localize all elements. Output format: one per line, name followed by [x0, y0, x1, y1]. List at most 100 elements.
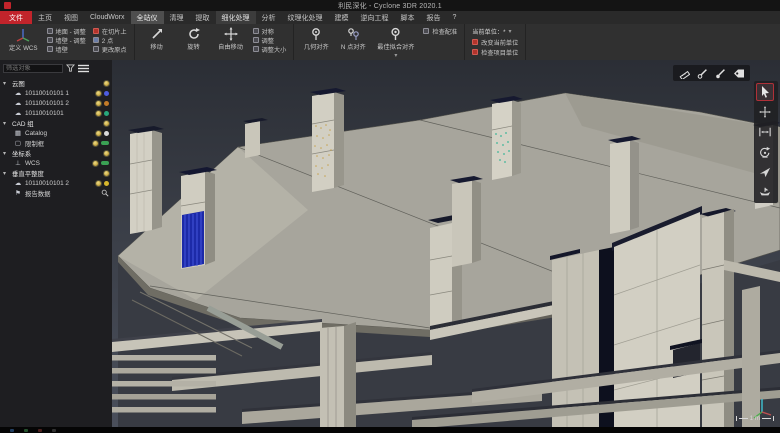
resize-button[interactable]: 调整大小 [253, 45, 287, 53]
column-with-blue-cloud[interactable] [179, 167, 217, 269]
menu-tab[interactable]: 逆向工程 [355, 11, 395, 24]
tree-section[interactable]: ▾云图 [0, 78, 112, 88]
tree-item-label: 云图 [12, 79, 25, 88]
ucs-wall-adjust-button[interactable]: 墙壁 - 调整 [47, 36, 86, 44]
tree-item[interactable]: ☁10110010101 1 [0, 88, 112, 98]
tree-item[interactable]: ⚑报告数据 [0, 188, 112, 198]
visibility-bulb-icon[interactable] [96, 101, 101, 106]
visibility-bulb-icon[interactable] [104, 171, 109, 176]
current-unit-dropdown[interactable]: 当前单位：*▾ [472, 27, 518, 36]
visibility-bulb-icon[interactable] [93, 161, 98, 166]
tree-item[interactable]: ☁10110010101 2 [0, 98, 112, 108]
orbit-icon[interactable] [756, 143, 774, 161]
fit-view-icon[interactable] [756, 123, 774, 141]
object-tree-panel: ▾云图☁10110010101 1☁10110010101 2☁10110010… [0, 60, 113, 427]
menu-tab[interactable]: 提取 [190, 11, 216, 24]
toggle-pill[interactable] [101, 141, 109, 145]
visibility-bulb-icon[interactable] [104, 81, 109, 86]
boat-view-icon[interactable] [756, 183, 774, 201]
visibility-bulb-icon[interactable] [96, 181, 101, 186]
menu-tab[interactable]: 视图 [58, 11, 84, 24]
select-cursor-icon[interactable] [756, 83, 774, 101]
visibility-bulb-icon[interactable] [96, 111, 101, 116]
tree-item[interactable]: ☁10110010101 2 [0, 178, 112, 188]
menu-tab[interactable]: 文件 [0, 11, 32, 24]
annotate-icon[interactable] [696, 67, 709, 79]
tree-filter-row [0, 60, 112, 77]
menu-tab[interactable]: 分析 [256, 11, 282, 24]
ucs-on-slice-button[interactable]: 在切片上 [93, 27, 127, 35]
panel-menu-icon[interactable] [78, 64, 89, 73]
pan-icon[interactable] [756, 103, 774, 121]
column-a[interactable] [128, 126, 164, 234]
color-dot[interactable] [104, 91, 109, 96]
free-move-icon [224, 27, 238, 41]
column-with-teal-cloud[interactable] [490, 96, 523, 180]
visibility-bulb-icon[interactable] [104, 121, 109, 126]
caret-icon[interactable]: ▾ [3, 120, 9, 127]
rotate-button[interactable]: 旋转 [179, 26, 209, 62]
rotate-icon [187, 27, 201, 41]
tree-section[interactable]: ▾坐标系 [0, 148, 112, 158]
menu-tab[interactable]: 建模 [329, 11, 355, 24]
color-dot[interactable] [104, 131, 109, 136]
ucs-two-points-button[interactable]: 2 点 [93, 36, 127, 44]
menu-tab[interactable]: 报告 [421, 11, 447, 24]
3d-model-scene[interactable] [112, 60, 780, 427]
n-points-align-button[interactable]: N 点对齐 [338, 26, 368, 62]
annotate-alt-icon[interactable] [714, 67, 727, 79]
visibility-bulb-icon[interactable] [93, 141, 98, 146]
define-wcs-button[interactable]: 定义 WCS [7, 26, 40, 62]
mirror-button[interactable]: 对称 [253, 27, 287, 35]
scale-bar: 1 m [736, 415, 774, 422]
move-button[interactable]: 移动 [142, 26, 172, 62]
geometric-align-button[interactable]: 几何对齐 [301, 26, 331, 62]
measure-icon[interactable] [678, 67, 691, 79]
tag-icon[interactable] [732, 67, 745, 79]
column-mid-back[interactable] [450, 176, 483, 267]
check-project-units-button[interactable]: 检查项目单位 [472, 48, 518, 56]
best-fit-align-button[interactable]: 最佳拟合对齐 ▾ [375, 26, 416, 62]
menu-tab[interactable]: CloudWorx [84, 11, 131, 24]
color-dot[interactable] [104, 181, 109, 186]
fly-icon[interactable] [756, 163, 774, 181]
caret-icon[interactable]: ▾ [3, 170, 9, 177]
menu-tab[interactable]: 主页 [32, 11, 58, 24]
caret-icon[interactable]: ▾ [3, 80, 9, 87]
ucs-ground-adjust-button[interactable]: 地面 - 调整 [47, 27, 86, 35]
column-with-tan-cloud[interactable] [310, 88, 346, 192]
caret-icon[interactable]: ▾ [3, 150, 9, 157]
zoom-to-icon[interactable] [101, 189, 109, 197]
visibility-bulb-icon[interactable] [104, 151, 109, 156]
grid-icon: ▦ [14, 129, 22, 137]
tree-item[interactable]: ▢限制框 [0, 138, 112, 148]
menu-tab[interactable]: 脚本 [395, 11, 421, 24]
toggle-pill[interactable] [101, 161, 109, 165]
tree-item[interactable]: ⊥WCS [0, 158, 112, 168]
viewport-3d[interactable]: 1 m [112, 60, 780, 427]
column-right-upper[interactable] [608, 136, 641, 234]
menu-tab[interactable]: 纹理化处理 [282, 11, 329, 24]
free-move-button[interactable]: 自由移动 [216, 26, 246, 62]
tree-section[interactable]: ▾垂直平整度 [0, 168, 112, 178]
tree-item-label: CAD 组 [12, 119, 34, 128]
color-dot[interactable] [104, 111, 109, 116]
menu-tab[interactable]: ? [447, 11, 463, 24]
adjust-button[interactable]: 调整 [253, 36, 287, 44]
change-current-unit-button[interactable]: 改变当前单位 [472, 38, 518, 46]
filter-funnel-icon[interactable] [66, 64, 75, 73]
menu-tab[interactable]: 清理 [164, 11, 190, 24]
ucs-change-origin-button[interactable]: 更改原点 [93, 45, 127, 53]
color-dot[interactable] [104, 101, 109, 106]
tree-section[interactable]: ▾CAD 组 [0, 118, 112, 128]
ucs-wall-button[interactable]: 墙壁 [47, 45, 86, 53]
visibility-bulb-icon[interactable] [96, 131, 101, 136]
column-below-slab[interactable] [320, 322, 356, 427]
menu-tab[interactable]: 细化处理 [216, 11, 256, 24]
visibility-bulb-icon[interactable] [96, 91, 101, 96]
menu-tab[interactable]: 全站仪 [131, 11, 164, 24]
tree-item[interactable]: ▦Catalog [0, 128, 112, 138]
tree-item[interactable]: ☁10110010101 [0, 108, 112, 118]
filter-objects-input[interactable] [3, 64, 63, 73]
check-registration-button[interactable]: 检查配准 [423, 27, 457, 35]
